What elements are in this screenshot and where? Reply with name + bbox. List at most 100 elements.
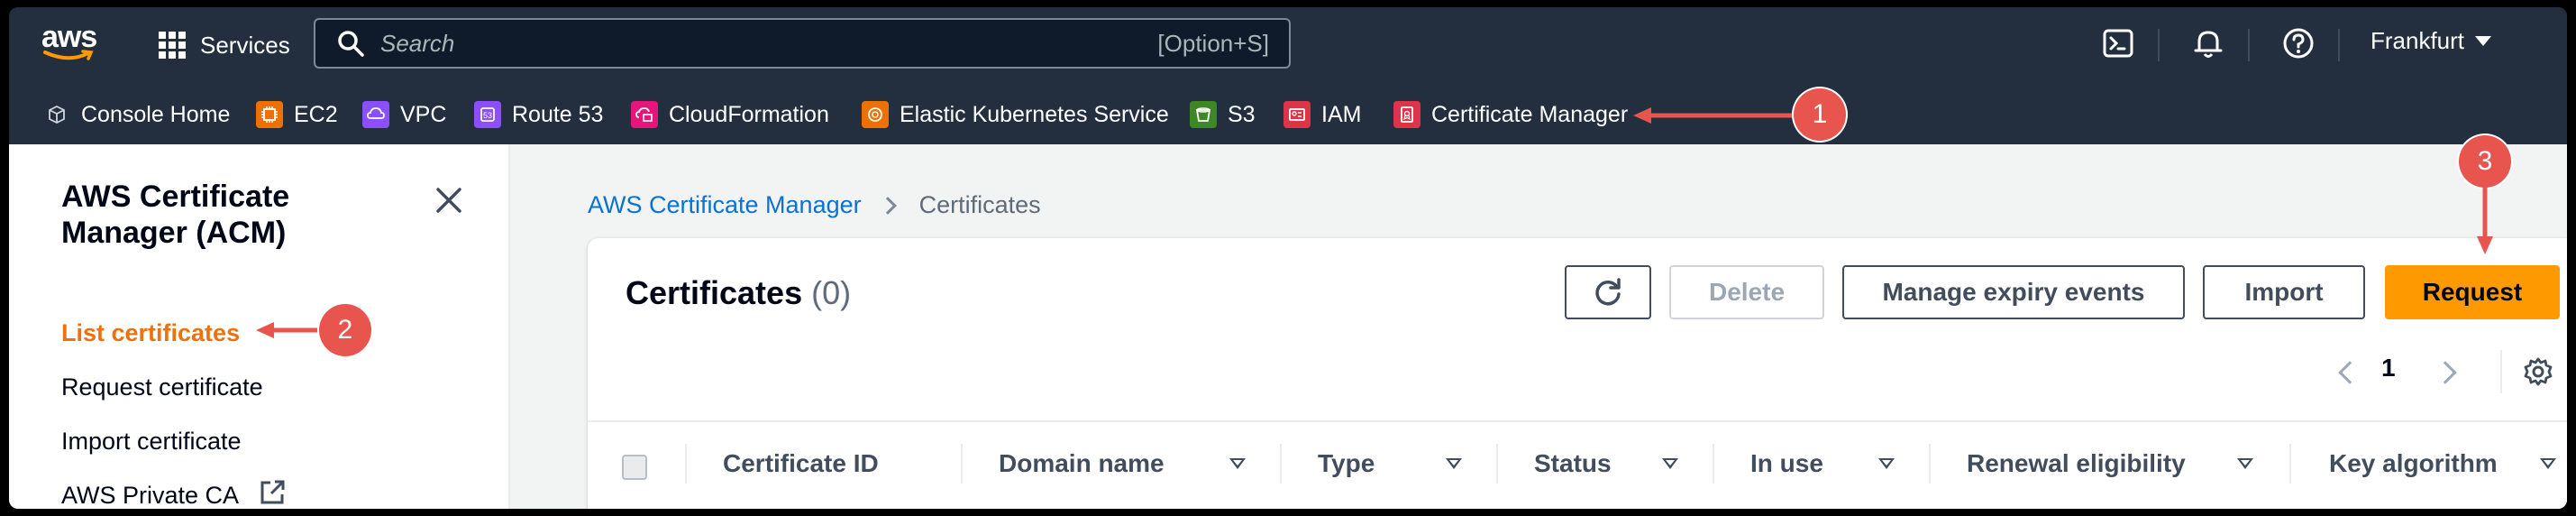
column-divider [1496, 444, 1498, 484]
certificates-panel: Certificates (0) Delete Manage expiry ev… [588, 238, 2567, 509]
annotation-arrow-2 [256, 322, 324, 338]
favorite-route53[interactable]: 53 Route 53 [474, 99, 603, 130]
sort-icon[interactable] [1878, 458, 1895, 469]
search-input[interactable] [380, 29, 1158, 58]
aws-smile-icon [43, 50, 94, 60]
browser-frame: aws Services [Option+S] [9, 7, 2567, 509]
vpc-icon [362, 101, 389, 128]
nav-divider [2158, 29, 2160, 61]
search-bar[interactable]: [Option+S] [314, 18, 1291, 69]
favorite-label: VPC [400, 101, 447, 127]
table-header: Certificate ID Domain name Type Status I… [588, 422, 2567, 509]
import-button[interactable]: Import [2203, 265, 2365, 319]
sidebar-item-list-certificates[interactable]: List certificates [61, 319, 240, 347]
iam-icon [1283, 101, 1311, 128]
breadcrumb-current: Certificates [918, 191, 1041, 218]
delete-button[interactable]: Delete [1669, 265, 1824, 319]
favorite-label: S3 [1228, 101, 1256, 127]
annotation-badge-2: 2 [319, 304, 371, 356]
settings-gear-icon[interactable] [2522, 355, 2554, 388]
column-divider [1280, 444, 1282, 484]
page-number[interactable]: 1 [2381, 354, 2396, 382]
sidebar-item-aws-private-ca[interactable]: AWS Private CA [61, 482, 239, 509]
cloudshell-icon[interactable] [2100, 25, 2136, 61]
favorite-label: Console Home [81, 101, 231, 127]
column-header-status[interactable]: Status [1534, 449, 1612, 478]
sort-icon[interactable] [2540, 458, 2556, 469]
search-shortcut-hint: [Option+S] [1157, 29, 1269, 57]
favorite-label: Elastic Kubernetes Service [900, 101, 1169, 127]
column-header-certificate-id[interactable]: Certificate ID [723, 449, 879, 478]
nav-divider [2248, 29, 2250, 61]
region-selector[interactable]: Frankfurt [2370, 27, 2492, 55]
column-header-type[interactable]: Type [1318, 449, 1375, 478]
sort-icon[interactable] [1662, 458, 1678, 469]
services-label: Services [200, 31, 290, 59]
sort-icon[interactable] [1229, 458, 1246, 469]
favorite-label: CloudFormation [669, 101, 829, 127]
annotation-badge-3: 3 [2459, 135, 2511, 188]
favorite-s3[interactable]: S3 [1190, 99, 1256, 130]
annotation-badge-1: 1 [1794, 88, 1846, 141]
column-divider [685, 444, 687, 484]
route53-icon: 53 [474, 101, 501, 128]
request-button[interactable]: Request [2385, 265, 2560, 319]
notifications-icon[interactable] [2190, 25, 2226, 61]
aws-logo[interactable]: aws [41, 20, 97, 69]
column-header-renewal-eligibility[interactable]: Renewal eligibility [1967, 449, 2186, 478]
favorite-label: EC2 [294, 101, 338, 127]
sort-icon[interactable] [1446, 458, 1462, 469]
favorite-ec2[interactable]: EC2 [256, 99, 338, 130]
favorite-iam[interactable]: IAM [1283, 99, 1361, 130]
favorite-label: Route 53 [512, 101, 604, 127]
annotation-arrow-3 [2477, 186, 2493, 254]
column-divider [1929, 444, 1931, 484]
favorites-bar: Console Home EC2 VPC 53 Route 53 CloudFo… [9, 83, 2567, 144]
sidebar-item-request-certificate[interactable]: Request certificate [61, 373, 263, 401]
favorite-console-home[interactable]: Console Home [43, 99, 230, 130]
sidebar-item-import-certificate[interactable]: Import certificate [61, 428, 242, 456]
panel-title-text: Certificates [626, 274, 803, 311]
close-icon[interactable] [433, 184, 465, 217]
favorite-certificate-manager[interactable]: Certificate Manager [1393, 99, 1628, 130]
favorite-eks[interactable]: Elastic Kubernetes Service [862, 99, 1169, 130]
top-navigation: aws Services [Option+S] [9, 7, 2567, 83]
column-divider [961, 444, 963, 484]
main-content: AWS Certificate Manager Certificates 3 C… [510, 135, 2567, 509]
ec2-icon [256, 101, 283, 128]
favorite-vpc[interactable]: VPC [362, 99, 446, 130]
services-grid-icon [159, 32, 186, 59]
acm-icon [1393, 101, 1420, 128]
manage-expiry-events-button[interactable]: Manage expiry events [1842, 265, 2185, 319]
eks-icon [862, 101, 889, 128]
breadcrumb: AWS Certificate Manager Certificates [588, 191, 1041, 219]
refresh-icon [1595, 278, 1621, 306]
sort-icon[interactable] [2237, 458, 2253, 469]
breadcrumb-link[interactable]: AWS Certificate Manager [588, 191, 862, 219]
chevron-left-icon[interactable] [2338, 361, 2361, 384]
external-link-icon [260, 480, 285, 504]
svg-text:53: 53 [483, 111, 492, 120]
region-label: Frankfurt [2370, 27, 2465, 54]
annotation-arrow-1 [1633, 107, 1801, 124]
column-header-in-use[interactable]: In use [1750, 449, 1823, 478]
sidebar: AWS Certificate Manager (ACM) List certi… [9, 144, 510, 509]
chevron-right-icon[interactable] [2434, 361, 2457, 384]
column-divider [2289, 444, 2291, 484]
favorite-label: Certificate Manager [1431, 101, 1629, 127]
select-all-checkbox[interactable] [622, 455, 647, 480]
caret-down-icon [2475, 36, 2492, 46]
sidebar-title: AWS Certificate Manager (ACM) [61, 180, 290, 250]
favorite-label: IAM [1321, 101, 1362, 127]
certificate-count: (0) [811, 274, 852, 311]
s3-icon [1190, 101, 1217, 128]
help-icon[interactable] [2280, 25, 2316, 61]
column-divider [1713, 444, 1714, 484]
refresh-button[interactable] [1565, 265, 1651, 319]
column-header-key-algorithm[interactable]: Key algorithm [2329, 449, 2498, 478]
favorite-cloudformation[interactable]: CloudFormation [631, 99, 829, 130]
cloudformation-icon [631, 101, 658, 128]
column-header-domain-name[interactable]: Domain name [999, 449, 1165, 478]
chevron-right-icon [878, 196, 897, 215]
services-menu[interactable]: Services [159, 23, 290, 67]
